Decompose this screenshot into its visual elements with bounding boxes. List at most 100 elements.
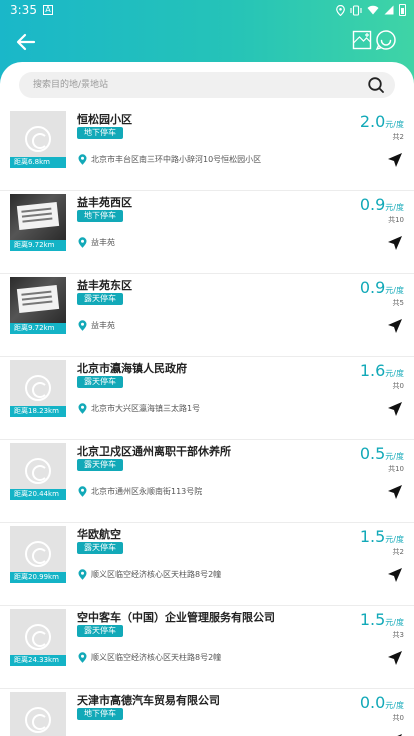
price-unit: 元/度 [385, 701, 404, 710]
parking-type-badge: 露天停车 [77, 542, 123, 554]
parking-name: 北京卫戍区通州离职干部休养所 [77, 445, 231, 458]
navigation-arrow-icon[interactable] [387, 318, 403, 334]
parking-list-item[interactable]: 天津市高德汽车贸易有限公司 地下停车 0.0元/度共0 [0, 689, 414, 736]
parking-photo [16, 201, 60, 231]
parking-thumbnail: 距离20.99km [10, 526, 66, 583]
parking-type-badge: 露天停车 [77, 459, 123, 471]
price-value: 0.5 [359, 444, 386, 463]
distance-label: 距离20.44km [10, 489, 66, 500]
location-pin-icon [78, 569, 87, 580]
price-value: 2.0 [359, 112, 386, 131]
parking-photo [16, 284, 60, 314]
parking-type-badge: 露天停车 [77, 293, 123, 305]
price-label: 2.0元/度 [360, 112, 404, 131]
parking-list-item[interactable]: 距离9.72km 益丰苑东区 露天停车 益丰苑 0.9元/度 共5 [0, 274, 414, 357]
battery-icon [399, 4, 406, 16]
parking-list-item[interactable]: 距离20.44km 北京卫戍区通州离职干部休养所 露天停车北京市通州区永顺南街113… [0, 440, 414, 523]
parking-type-badge: 地下停车 [77, 127, 123, 139]
parking-list-item[interactable]: 距离18.23km 北京市瀛海镇人民政府 露天停车 北京市大兴区瀛海镇三太路1号 1.6… [0, 357, 414, 440]
price-unit: 元/度 [385, 618, 404, 627]
toolbar [0, 20, 414, 64]
search-icon[interactable] [367, 76, 385, 94]
location-status-icon [336, 4, 345, 16]
navigation-arrow-icon[interactable] [387, 650, 403, 666]
price-label: 0.0元/度 [360, 693, 404, 712]
parking-address: 北京市大兴区瀛海镇三太路1号 [91, 404, 201, 413]
price-value: 1.5 [359, 527, 386, 546]
notification-icon: A [42, 5, 53, 15]
status-icons [336, 4, 406, 16]
parking-list-item[interactable]: 距离24.33km 空中客车（中国）企业管理服务有限公司 露天停车顺义区临空经济核心… [0, 606, 414, 689]
location-pin-icon [78, 320, 87, 331]
price-unit: 元/度 [385, 203, 404, 212]
parking-thumbnail: 距离24.33km [10, 609, 66, 666]
distance-label: 距离20.99km [10, 572, 66, 583]
price-unit: 元/度 [385, 452, 404, 461]
search-input[interactable] [33, 72, 353, 98]
price-value: 0.9 [359, 278, 386, 297]
vibrate-icon [350, 4, 362, 16]
charger-count: 共5 [392, 299, 404, 307]
image-placeholder-icon [25, 541, 51, 567]
charger-count: 共0 [392, 714, 404, 722]
parking-name: 北京市瀛海镇人民政府 [77, 362, 187, 375]
parking-name: 天津市高德汽车贸易有限公司 [77, 694, 220, 707]
location-pin-icon [78, 652, 87, 663]
parking-name: 益丰苑西区 [77, 196, 132, 209]
parking-thumbnail: 距离6.8km [10, 111, 66, 168]
status-time: 3:35 [10, 3, 37, 17]
price-label: 0.5元/度 [360, 444, 404, 463]
navigation-arrow-icon[interactable] [387, 484, 403, 500]
parking-type-badge: 露天停车 [77, 625, 123, 637]
parking-list: 距离6.8km 恒松园小区 地下停车 北京市丰台区南三环中路小辞河10号恒松园小区 2.… [0, 108, 414, 736]
parking-thumbnail [10, 692, 66, 736]
parking-address: 北京市通州区永顺南街113号院 [91, 487, 203, 496]
image-placeholder-icon [25, 707, 51, 733]
price-value: 1.6 [359, 361, 386, 380]
location-pin-icon [78, 486, 87, 497]
navigation-arrow-icon[interactable] [387, 567, 403, 583]
price-unit: 元/度 [385, 369, 404, 378]
price-unit: 元/度 [385, 286, 404, 295]
parking-name: 华欧航空 [77, 528, 121, 541]
parking-address: 益丰苑 [91, 238, 115, 247]
image-placeholder-icon [25, 458, 51, 484]
price-value: 1.5 [359, 610, 386, 629]
navigation-arrow-icon[interactable] [387, 235, 403, 251]
charger-count: 共10 [388, 216, 404, 224]
location-pin-icon [78, 237, 87, 248]
map-icon[interactable] [352, 30, 372, 50]
price-unit: 元/度 [385, 535, 404, 544]
status-bar: 3:35 A [0, 0, 414, 20]
parking-address: 顺义区临空经济核心区天柱路8号2幢 [91, 653, 222, 662]
image-placeholder-icon [25, 375, 51, 401]
parking-list-item[interactable]: 距离20.99km 华欧航空 露天停车 顺义区临空经济核心区天柱路8号2幢 1.5元/度… [0, 523, 414, 606]
distance-label: 距离6.8km [10, 157, 66, 168]
parking-thumbnail: 距离20.44km [10, 443, 66, 500]
parking-address: 益丰苑 [91, 321, 115, 330]
back-arrow-icon[interactable] [14, 30, 38, 54]
parking-name: 空中客车（中国）企业管理服务有限公司 [77, 611, 275, 624]
distance-label: 距离18.23km [10, 406, 66, 417]
price-unit: 元/度 [385, 120, 404, 129]
location-pin-icon [78, 403, 87, 414]
distance-label: 距离9.72km [10, 240, 66, 251]
image-placeholder-icon [25, 624, 51, 650]
parking-thumbnail: 距离18.23km [10, 360, 66, 417]
chat-icon[interactable] [375, 29, 397, 51]
parking-type-badge: 地下停车 [77, 708, 123, 720]
parking-address: 北京市丰台区南三环中路小辞河10号恒松园小区 [91, 155, 262, 164]
search-bar[interactable] [19, 72, 395, 98]
charger-count: 共3 [392, 631, 404, 639]
charger-count: 共0 [392, 382, 404, 390]
parking-name: 益丰苑东区 [77, 279, 132, 292]
parking-name: 恒松园小区 [77, 113, 132, 126]
navigation-arrow-icon[interactable] [387, 152, 403, 168]
distance-label: 距离24.33km [10, 655, 66, 666]
charger-count: 共2 [392, 133, 404, 141]
price-label: 1.5元/度 [360, 527, 404, 546]
navigation-arrow-icon[interactable] [387, 401, 403, 417]
parking-list-item[interactable]: 距离6.8km 恒松园小区 地下停车北京市丰台区南三环中路小辞河10号恒松园小区 2.… [0, 108, 414, 191]
parking-thumbnail: 距离9.72km [10, 194, 66, 251]
parking-list-item[interactable]: 距离9.72km 益丰苑西区 地下停车 益丰苑 0.9元/度 共10 [0, 191, 414, 274]
